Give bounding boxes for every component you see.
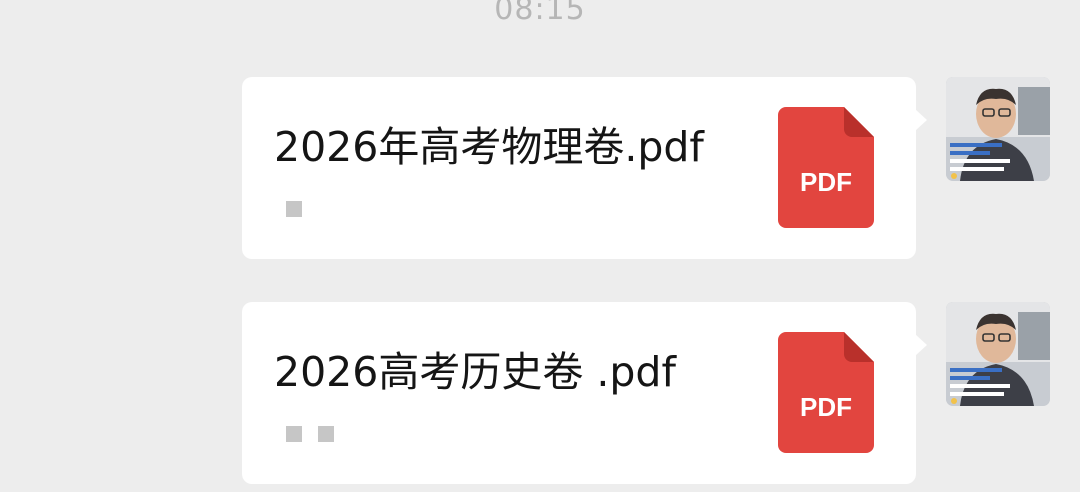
sender-avatar[interactable] <box>946 302 1050 406</box>
pdf-label: PDF <box>800 167 852 197</box>
sender-avatar[interactable] <box>946 77 1050 181</box>
pdf-file-icon: PDF <box>778 332 874 453</box>
placeholder-square <box>286 201 302 217</box>
chat-message: 2026年高考物理卷.pdf PDF <box>0 77 1080 267</box>
pdf-file-icon: PDF <box>778 107 874 228</box>
file-size-placeholder <box>286 201 302 217</box>
file-message-bubble[interactable]: 2026年高考物理卷.pdf PDF <box>242 77 927 259</box>
placeholder-square <box>286 426 302 442</box>
pdf-label: PDF <box>800 392 852 422</box>
chat-message: 2026高考历史卷 .pdf PDF <box>0 302 1080 492</box>
avatar-photo <box>946 302 1050 406</box>
avatar-photo <box>946 77 1050 181</box>
file-name: 2026年高考物理卷.pdf <box>274 123 704 171</box>
file-message-bubble[interactable]: 2026高考历史卷 .pdf PDF <box>242 302 927 484</box>
file-size-placeholder <box>286 426 334 442</box>
message-timestamp: 08:15 <box>494 0 586 27</box>
file-name: 2026高考历史卷 .pdf <box>274 348 676 396</box>
placeholder-square <box>318 426 334 442</box>
